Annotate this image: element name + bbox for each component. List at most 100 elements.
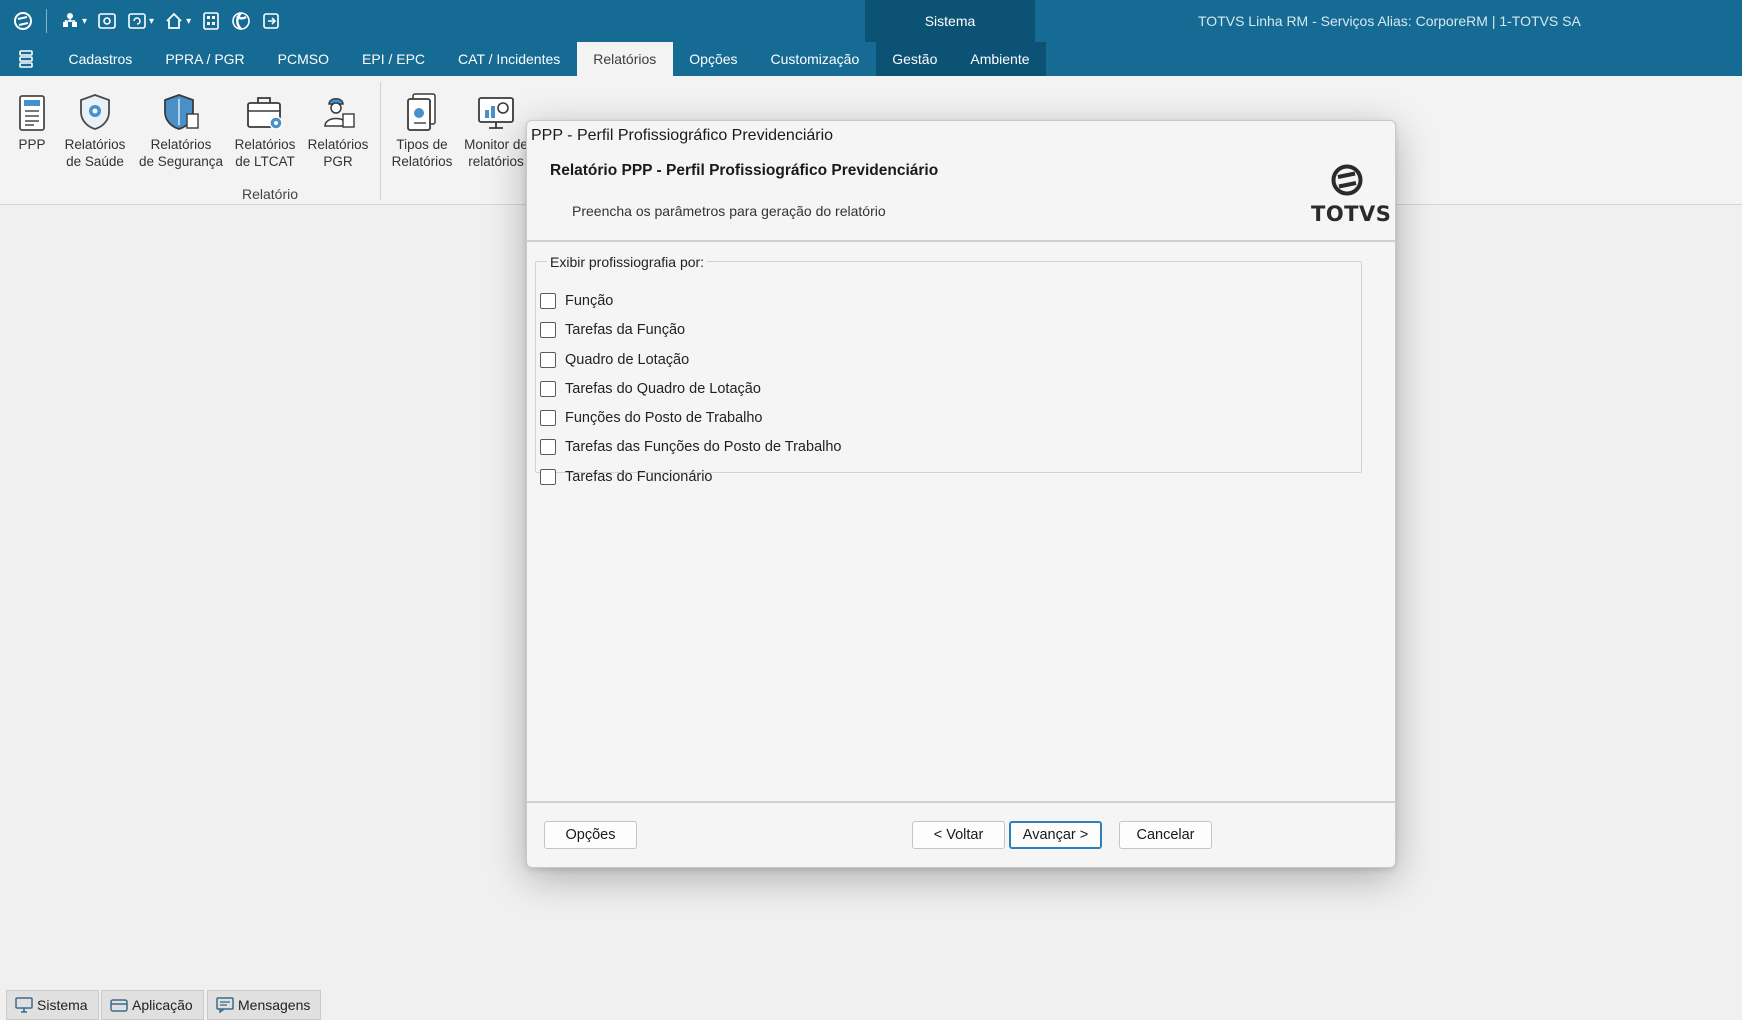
tab-cadastros[interactable]: Cadastros <box>52 42 149 76</box>
divider <box>527 801 1395 803</box>
status-tab-sistema[interactable]: Sistema <box>6 990 99 1020</box>
ribbon-separator <box>380 82 381 200</box>
status-tab-mensagens[interactable]: Mensagens <box>207 990 322 1020</box>
checkbox-tarefas-funcoes-posto[interactable]: Tarefas das Funções do Posto de Trabalho <box>540 434 841 460</box>
tab-ppra-pgr[interactable]: PPRA / PGR <box>149 42 261 76</box>
checkbox[interactable] <box>540 468 556 485</box>
ribbon-label: de Segurança <box>138 154 224 169</box>
exit-icon[interactable] <box>258 8 284 34</box>
checkbox-funcao[interactable]: Função <box>540 288 841 314</box>
ribbon-label: Relatórios <box>64 137 126 152</box>
chevron-down-icon[interactable]: ▾ <box>149 16 154 27</box>
checkbox[interactable] <box>540 380 556 397</box>
refresh-window-icon[interactable]: ▾ <box>124 8 157 34</box>
status-tab-label: Mensagens <box>238 997 311 1013</box>
checkbox[interactable] <box>540 351 556 368</box>
quick-access-toolbar: ▾ ▾ ▾ <box>10 8 284 34</box>
checkbox-tarefas-funcao[interactable]: Tarefas da Função <box>540 317 841 343</box>
tab-pcmso[interactable]: PCMSO <box>261 42 345 76</box>
status-tab-label: Aplicação <box>132 997 193 1013</box>
security-shield-icon <box>136 90 226 132</box>
monitor-icon <box>15 997 33 1013</box>
ribbon-button-relatorios-seguranca[interactable]: Relatórios de Segurança <box>136 90 226 170</box>
tab-cat-incidentes[interactable]: CAT / Incidentes <box>442 42 577 76</box>
checkbox-label: Tarefas do Funcionário <box>565 468 713 485</box>
ribbon-label: Tipos de <box>396 137 448 152</box>
tab-customizacao[interactable]: Customização <box>754 42 876 76</box>
checkbox-label: Tarefas das Funções do Posto de Trabalho <box>565 439 842 456</box>
dialog-window-title: PPP - Perfil Profissiográfico Previdenci… <box>531 127 834 144</box>
back-button[interactable]: < Voltar <box>912 821 1005 849</box>
tab-opcoes[interactable]: Opções <box>673 42 754 76</box>
checkbox-quadro-lotacao[interactable]: Quadro de Lotação <box>540 347 841 373</box>
ribbon-label: de Saúde <box>66 154 124 169</box>
checkbox-list: Função Tarefas da Função Quadro de Lotaç… <box>540 288 841 493</box>
ribbon-group-label: Relatório <box>241 186 299 202</box>
monitor-chart-icon <box>458 90 534 132</box>
health-shield-icon <box>62 90 128 132</box>
ribbon-label: Monitor de <box>464 137 528 152</box>
cancel-button[interactable]: Cancelar <box>1119 821 1212 849</box>
ribbon-button-relatorios-saude[interactable]: Relatórios de Saúde <box>62 90 128 170</box>
view-icon[interactable] <box>94 8 120 34</box>
totvs-emblem-icon <box>1331 164 1363 196</box>
context-tab-label: Sistema <box>924 13 976 29</box>
checkbox-label: Função <box>565 293 614 309</box>
divider <box>527 240 1395 242</box>
status-bar: Sistema Aplicação Mensagens <box>0 990 1742 1020</box>
checkbox-label: Quadro de Lotação <box>565 351 690 368</box>
ribbon-label: Relatórios <box>391 154 453 169</box>
options-button[interactable]: Opções <box>544 821 637 849</box>
menu-tabs: Cadastros PPRA / PGR PCMSO EPI / EPC CAT… <box>52 42 1047 76</box>
chevron-down-icon[interactable]: ▾ <box>82 16 87 27</box>
chevron-down-icon[interactable]: ▾ <box>186 16 191 27</box>
ribbon-label: Relatórios <box>307 137 369 152</box>
status-tab-label: Sistema <box>37 997 88 1013</box>
checkbox[interactable] <box>540 410 556 427</box>
ribbon-label: relatórios <box>468 154 524 169</box>
dialog-header-title: Relatório PPP - Perfil Profissiográfico … <box>550 162 939 179</box>
ribbon-button-ppp[interactable]: PPP <box>14 90 50 153</box>
tab-ambiente[interactable]: Ambiente <box>953 42 1047 76</box>
checkbox-label: Tarefas do Quadro de Lotação <box>565 380 761 397</box>
checkbox[interactable] <box>540 322 556 339</box>
ribbon-button-monitor-relatorios[interactable]: Monitor de relatórios <box>458 90 534 170</box>
profissiografia-group: Exibir profissiografia por: Função Taref… <box>535 254 1362 485</box>
menu-bar: Cadastros PPRA / PGR PCMSO EPI / EPC CAT… <box>0 42 1742 76</box>
ribbon-button-tipos-relatorios[interactable]: Tipos de Relatórios <box>386 90 458 170</box>
message-icon <box>216 997 234 1013</box>
ribbon-button-relatorios-pgr[interactable]: Relatórios PGR <box>304 90 372 170</box>
tab-epi-epc[interactable]: EPI / EPC <box>346 42 442 76</box>
user-network-icon[interactable]: ▾ <box>57 8 90 34</box>
app-info-text: TOTVS Linha RM - Serviços Alias: Corpore… <box>1198 13 1581 29</box>
ribbon-label: PGR <box>323 154 353 169</box>
checkbox[interactable] <box>540 293 556 309</box>
checkbox[interactable] <box>540 439 556 456</box>
ribbon-label: Relatórios <box>234 137 296 152</box>
status-tab-aplicacao[interactable]: Aplicação <box>101 990 204 1020</box>
checkbox-label: Tarefas da Função <box>565 322 686 339</box>
checkbox-funcoes-posto-trabalho[interactable]: Funções do Posto de Trabalho <box>540 405 841 431</box>
checkbox-tarefas-quadro-lotacao[interactable]: Tarefas do Quadro de Lotação <box>540 376 841 402</box>
home-icon[interactable]: ▾ <box>161 8 194 34</box>
toolbar-separator <box>46 9 47 33</box>
calculator-icon[interactable] <box>198 8 224 34</box>
menu-icon[interactable] <box>18 50 34 71</box>
ribbon-label: PPP <box>18 137 46 152</box>
ribbon-button-relatorios-ltcat[interactable]: Relatórios de LTCAT <box>232 90 298 170</box>
tab-gestao[interactable]: Gestão <box>875 42 954 76</box>
next-button[interactable]: Avançar > <box>1009 821 1102 849</box>
ribbon-label: Relatórios <box>150 137 212 152</box>
ribbon-label: de LTCAT <box>235 154 295 169</box>
totvs-logo-icon[interactable] <box>10 8 36 34</box>
worker-report-icon <box>304 90 372 132</box>
report-types-icon <box>386 90 458 132</box>
checkbox-tarefas-funcionario[interactable]: Tarefas do Funcionário <box>540 464 841 490</box>
tab-relatorios[interactable]: Relatórios <box>576 42 673 76</box>
totvs-logo-text: TOTVS <box>1311 202 1392 226</box>
totvs-logo: TOTVS <box>1311 163 1392 226</box>
ppp-dialog: PPP - Perfil Profissiográfico Previdenci… <box>526 120 1396 868</box>
globe-icon[interactable] <box>228 8 254 34</box>
ppp-document-icon <box>14 90 50 132</box>
application-icon <box>110 999 128 1012</box>
